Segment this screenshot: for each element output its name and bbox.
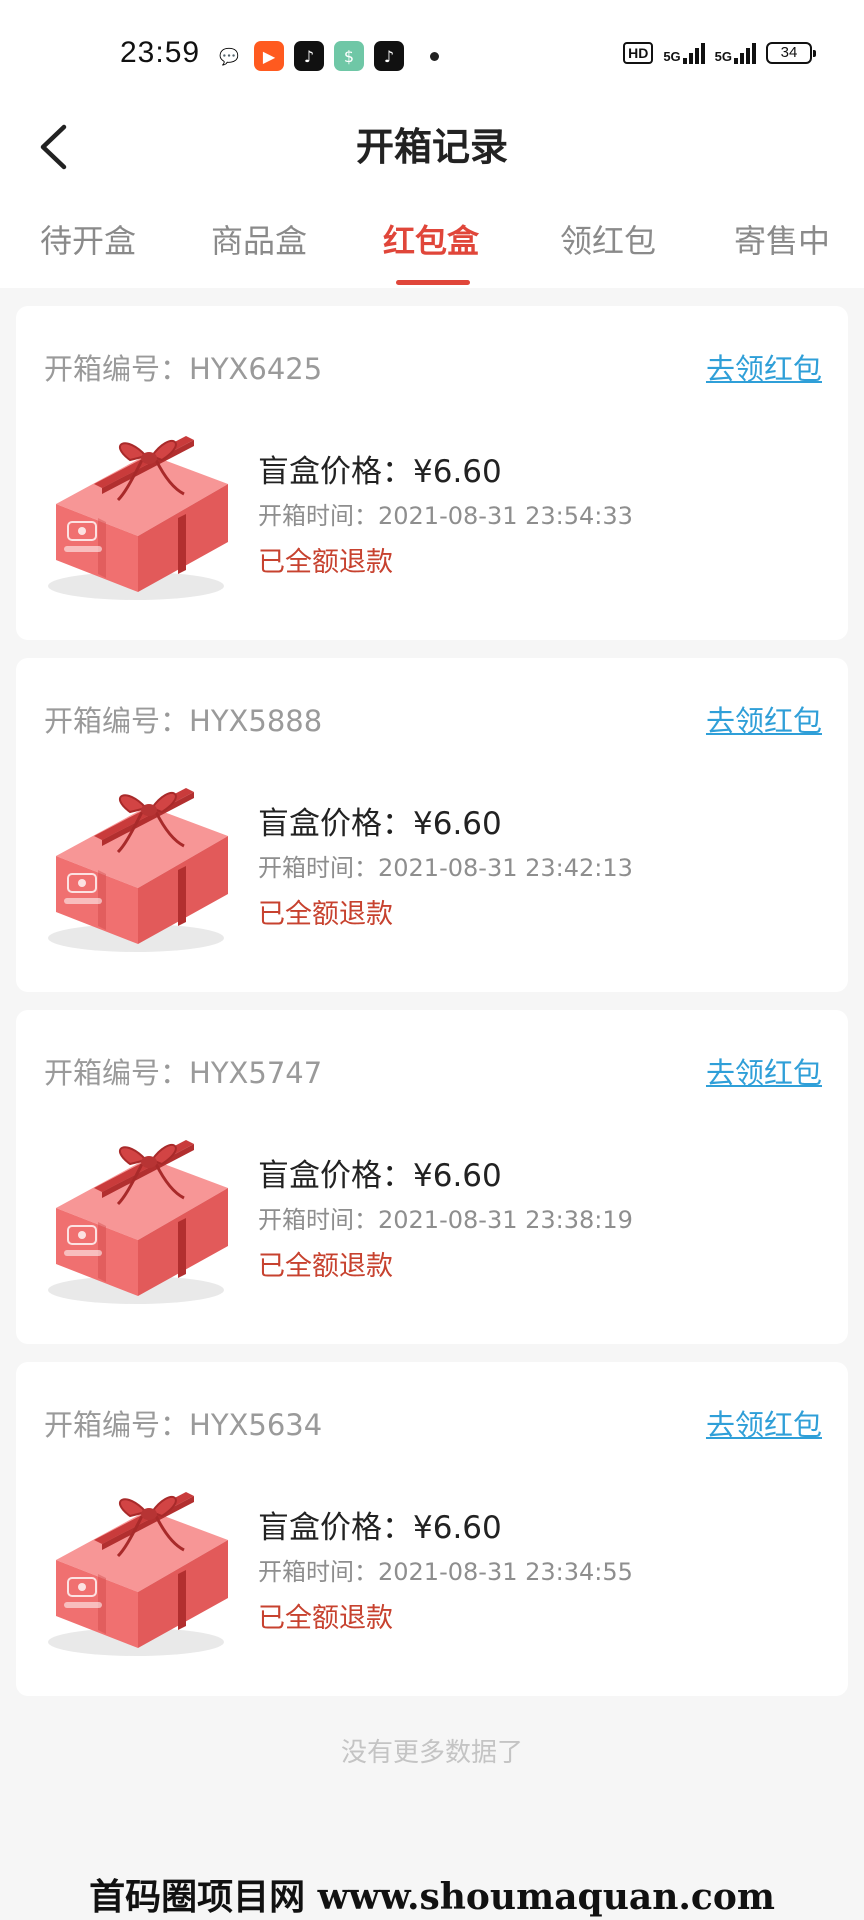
gift-box-image [38, 1470, 238, 1660]
kuaishou-icon: ▶ [254, 41, 284, 71]
refund-status: 已全额退款 [258, 899, 393, 930]
price-value: ¥6.60 [413, 1158, 502, 1194]
box-price: 盲盒价格：¥6.60 [258, 446, 502, 491]
time-label: 开箱时间： [258, 854, 378, 882]
tab-active-indicator [396, 280, 470, 285]
record-card: 开箱编号：HYX6425 去领红包 盲盒价格：¥6.60 开箱时间：2021-0… [16, 306, 848, 640]
refund-status: 已全额退款 [258, 1603, 393, 1634]
record-card: 开箱编号：HYX5747 去领红包 盲盒价格：¥6.60 开箱时间：2021-0… [16, 1010, 848, 1344]
status-indicators: HD 5G 5G 34 [623, 42, 816, 64]
order-number: 开箱编号：HYX5747 [44, 1050, 322, 1092]
claim-redpacket-link[interactable]: 去领红包 [706, 1402, 822, 1444]
box-price: 盲盒价格：¥6.60 [258, 798, 502, 843]
battery-icon: 34 [766, 42, 816, 64]
signal-icon-2: 5G [715, 42, 756, 64]
status-app-icons: 💬 ▶ ♪ $ ♪ [214, 41, 439, 71]
record-card: 开箱编号：HYX5634 去领红包 盲盒价格：¥6.60 开箱时间：2021-0… [16, 1362, 848, 1696]
gift-box-image [38, 1118, 238, 1308]
tab-claim-redpacket[interactable]: 领红包 [560, 216, 656, 262]
order-number: 开箱编号：HYX5888 [44, 698, 322, 740]
price-value: ¥6.60 [413, 454, 502, 490]
time-value: 2021-08-31 23:42:13 [378, 854, 633, 882]
nav-bar: 开箱记录 [0, 110, 864, 210]
box-price: 盲盒价格：¥6.60 [258, 1502, 502, 1547]
time-label: 开箱时间： [258, 502, 378, 530]
order-label: 开箱编号： [44, 352, 190, 386]
claim-redpacket-link[interactable]: 去领红包 [706, 346, 822, 388]
wechat-icon: 💬 [214, 41, 244, 71]
status-time: 23:59 [120, 36, 201, 69]
tiktok-icon: ♪ [374, 41, 404, 71]
order-value: HYX6425 [189, 352, 323, 386]
box-price: 盲盒价格：¥6.60 [258, 1150, 502, 1195]
tab-pending[interactable]: 待开盒 [40, 216, 136, 262]
order-value: HYX5634 [189, 1408, 323, 1442]
page-title: 开箱记录 [355, 125, 508, 169]
time-value: 2021-08-31 23:54:33 [378, 502, 633, 530]
order-label: 开箱编号： [44, 1056, 190, 1090]
tab-product-box[interactable]: 商品盒 [211, 216, 307, 262]
signal-icon: 5G [663, 42, 705, 64]
tab-bar: 待开盒 商品盒 红包盒 领红包 寄售中 [0, 210, 864, 288]
hd-voice-icon: HD [623, 42, 654, 64]
status-bar: 23:59 💬 ▶ ♪ $ ♪ HD 5G 5G 34 [0, 0, 864, 110]
tab-redpacket-box[interactable]: 红包盒 [383, 216, 479, 262]
price-value: ¥6.60 [413, 806, 502, 842]
watermark: 首码圈项目网 www.shoumaquan.com [89, 1876, 775, 1918]
money-app-icon: $ [334, 41, 364, 71]
gift-box-image [38, 414, 238, 604]
order-label: 开箱编号： [44, 704, 190, 738]
claim-redpacket-link[interactable]: 去领红包 [706, 1050, 822, 1092]
time-value: 2021-08-31 23:38:19 [378, 1206, 633, 1234]
order-number: 开箱编号：HYX5634 [44, 1402, 322, 1444]
time-value: 2021-08-31 23:34:55 [378, 1558, 633, 1586]
network-type-label-2: 5G [714, 49, 732, 64]
gift-box-icon [48, 436, 228, 600]
record-card: 开箱编号：HYX5888 去领红包 盲盒价格：¥6.60 开箱时间：2021-0… [16, 658, 848, 992]
more-notifications-dot [430, 51, 439, 61]
claim-redpacket-link[interactable]: 去领红包 [706, 698, 822, 740]
network-type-label: 5G [663, 49, 681, 64]
open-time: 开箱时间：2021-08-31 23:34:55 [258, 1552, 633, 1587]
gift-box-icon [48, 788, 228, 952]
gift-box-icon [48, 1492, 228, 1656]
gift-box-icon [48, 1140, 228, 1304]
order-number: 开箱编号：HYX6425 [44, 346, 322, 388]
refund-status: 已全额退款 [258, 547, 393, 578]
gift-box-image [38, 766, 238, 956]
price-label: 盲盒价格： [258, 454, 413, 490]
price-label: 盲盒价格： [258, 806, 413, 842]
open-time: 开箱时间：2021-08-31 23:42:13 [258, 848, 633, 883]
order-value: HYX5888 [189, 704, 323, 738]
time-label: 开箱时间： [258, 1558, 378, 1586]
tab-consignment[interactable]: 寄售中 [734, 216, 830, 262]
order-value: HYX5747 [189, 1056, 323, 1090]
no-more-data-text: 没有更多数据了 [340, 1738, 523, 1768]
order-label: 开箱编号： [44, 1408, 190, 1442]
price-value: ¥6.60 [413, 1510, 502, 1546]
refund-status: 已全额退款 [258, 1251, 393, 1282]
time-label: 开箱时间： [258, 1206, 378, 1234]
open-time: 开箱时间：2021-08-31 23:38:19 [258, 1200, 633, 1235]
tiktok-lite-icon: ♪ [294, 41, 324, 71]
price-label: 盲盒价格： [258, 1158, 413, 1194]
open-time: 开箱时间：2021-08-31 23:54:33 [258, 496, 633, 531]
record-list: 开箱编号：HYX6425 去领红包 盲盒价格：¥6.60 开箱时间：2021-0… [16, 306, 848, 1714]
price-label: 盲盒价格： [258, 1510, 413, 1546]
